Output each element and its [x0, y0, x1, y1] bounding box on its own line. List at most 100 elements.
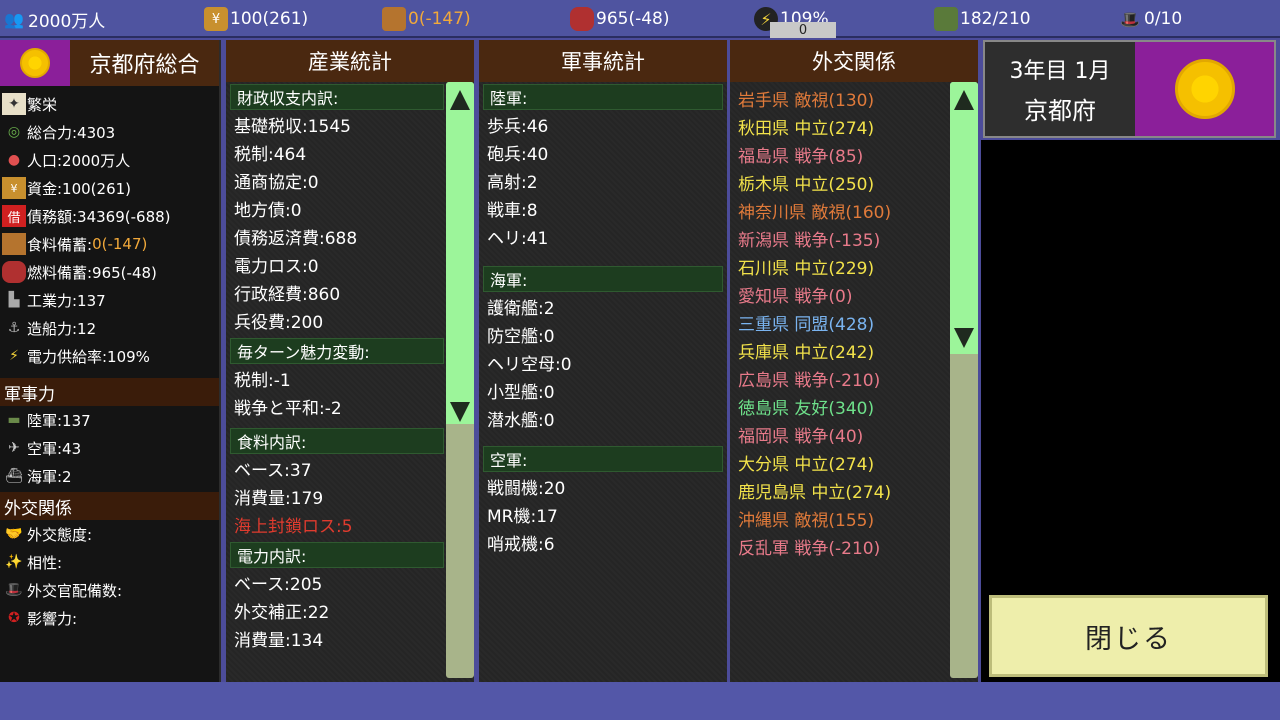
list-item: 外交補正:22 [234, 602, 330, 623]
population-stat: 👥 2000万人 [2, 6, 105, 32]
list-item: ベース:205 [234, 574, 323, 595]
chrysanthemum-icon [20, 48, 50, 78]
diplomacy-scrollbar[interactable] [950, 82, 978, 678]
summary-row: 借債務額:34369(-688) [0, 202, 219, 230]
scroll-thumb[interactable] [446, 82, 474, 424]
scroll-up-icon[interactable] [954, 90, 974, 110]
diplomacy-row: ✪ 影響力: [0, 604, 219, 632]
turn-text: 3年目 1月 京都府 [985, 42, 1135, 136]
industry-scrollbar[interactable] [446, 82, 474, 678]
diplomacy-relation-item[interactable]: 福岡県 戦争(40) [734, 420, 948, 448]
food-icon [382, 7, 406, 31]
diplomacy-relation-item[interactable]: 広島県 戦争(-210) [734, 364, 948, 392]
diplomacy-section-header: 外交関係 [0, 492, 219, 520]
summary-row: ⚓ 造船力:12 [0, 314, 219, 342]
list-item: 戦闘機:20 [487, 478, 566, 499]
diplomacy-relation-item[interactable]: 沖縄県 敵視(155) [734, 504, 948, 532]
summary-row: 燃料備蓄:965(-48) [0, 258, 219, 286]
list-item: 歩兵:46 [487, 116, 549, 137]
funds-icon: ¥ [204, 7, 228, 31]
industry-title: 産業統計 [226, 40, 474, 82]
diplomacy-relation-item[interactable]: 大分県 中立(274) [734, 448, 948, 476]
summary-title: 京都府総合 [89, 53, 200, 78]
charm-section-header: 毎ターン魅力変動: [230, 338, 444, 364]
diplomat-icon: 🎩 [1120, 9, 1140, 29]
diplomacy-row: 🤝 外交態度: [0, 520, 219, 548]
diplomat-icon: 🎩 [5, 582, 23, 598]
list-item: 消費量:134 [234, 630, 324, 651]
industry-icon: ▙ [8, 292, 20, 308]
influence-icon: ✪ [8, 610, 20, 626]
summary-row: ¥ 資金:100(261) [0, 174, 219, 202]
air-force-section-header: 空軍: [483, 446, 723, 472]
list-item: 債務返済費:688 [234, 228, 358, 249]
diplomacy-relation-item[interactable]: 岩手県 敵視(130) [734, 84, 948, 112]
list-item: 基礎税収:1545 [234, 116, 351, 137]
list-item: 戦争と平和:-2 [234, 398, 342, 419]
scroll-down-icon[interactable] [450, 402, 470, 422]
prefecture-flag [1135, 42, 1274, 136]
top-status-bar: 👥 2000万人 ¥ 100(261) 0(-147) 965(-48) ⚡ 1… [0, 0, 1280, 38]
scroll-thumb[interactable] [950, 82, 978, 354]
close-button[interactable]: 閉じる [989, 595, 1268, 677]
scroll-up-icon[interactable] [450, 90, 470, 110]
list-item: 砲兵:40 [487, 144, 549, 165]
diplomacy-relation-item[interactable]: 愛知県 戦争(0) [734, 280, 948, 308]
food-section-header: 食料内訳: [230, 428, 444, 454]
turn-date: 3年目 1月 [1009, 58, 1111, 84]
summary-row: ✦ 繁栄 [0, 90, 219, 118]
diplomacy-row: ✨ 相性: [0, 548, 219, 576]
diplomacy-relation-item[interactable]: 石川県 中立(229) [734, 252, 948, 280]
chrysanthemum-icon [1174, 59, 1235, 119]
funds-stat: ¥ 100(261) [204, 6, 308, 32]
diplomacy-relation-item[interactable]: 兵庫県 中立(242) [734, 336, 948, 364]
summary-header: 京都府総合 [0, 40, 219, 86]
shipbuilding-icon: ⚓ [7, 320, 21, 336]
ship-icon: ⛴ [5, 468, 23, 484]
army-section-header: 陸軍: [483, 84, 723, 110]
military-list: 陸軍: 歩兵:46 砲兵:40 高射:2 戦車:8 ヘリ:41 海軍: 護衛艦:… [483, 82, 723, 682]
list-item: 高射:2 [487, 172, 538, 193]
list-item: 電力ロス:0 [234, 256, 319, 277]
list-item: 海上封鎖ロス:5 [234, 516, 353, 537]
list-item: 防空艦:0 [487, 326, 555, 347]
diplomacy-relation-item[interactable]: 反乱軍 戦争(-210) [734, 532, 948, 560]
sparkle-icon: ✨ [5, 554, 23, 570]
diplomacy-relation-item[interactable]: 新潟県 戦争(-135) [734, 224, 948, 252]
soldier-icon [934, 7, 958, 31]
diplomacy-relation-item[interactable]: 秋田県 中立(274) [734, 112, 948, 140]
scroll-down-icon[interactable] [954, 328, 974, 348]
list-item: ヘリ:41 [487, 228, 549, 249]
funds-icon: ¥ [2, 177, 26, 199]
prosperity-icon: ✦ [2, 93, 26, 115]
diplomacy-title: 外交関係 [730, 40, 978, 82]
prefecture-name: 京都府 [1024, 96, 1096, 125]
diplomacy-relation-item[interactable]: 鹿児島県 中立(274) [734, 476, 948, 504]
fuel-icon [570, 7, 594, 31]
list-item: 通商協定:0 [234, 172, 319, 193]
diplomacy-relation-item[interactable]: 神奈川県 敵視(160) [734, 196, 948, 224]
military-stats-panel: 軍事統計 陸軍: 歩兵:46 砲兵:40 高射:2 戦車:8 ヘリ:41 海軍:… [479, 40, 727, 682]
list-item: 地方債:0 [234, 200, 302, 221]
diplomacy-relation-item[interactable]: 栃木県 中立(250) [734, 168, 948, 196]
military-row: ▬ 陸軍:137 [0, 406, 219, 434]
list-item: 潜水艦:0 [487, 410, 555, 431]
handshake-icon: 🤝 [5, 526, 23, 542]
list-item: 消費量:179 [234, 488, 324, 509]
list-item: ベース:37 [234, 460, 312, 481]
turn-info-box: 3年目 1月 京都府 [983, 40, 1276, 138]
population-icon: 👥 [4, 9, 24, 29]
industry-list: 財政収支内訳: 基礎税収:1545 税制:464 通商協定:0 地方債:0 債務… [230, 82, 444, 682]
list-item: 行政経費:860 [234, 284, 341, 305]
diplomacy-relation-item[interactable]: 三重県 同盟(428) [734, 308, 948, 336]
summary-row: ⚡ 電力供給率:109% [0, 342, 219, 370]
summary-row: ▙ 工業力:137 [0, 286, 219, 314]
diplomats-stat: 🎩 0/10 [1118, 6, 1182, 32]
jet-icon: ✈ [8, 440, 20, 456]
list-item: 小型艦:0 [487, 382, 555, 403]
summary-row: 食料備蓄: 0(-147) [0, 230, 219, 258]
diplomacy-row: 🎩 外交官配備数: [0, 576, 219, 604]
military-row: ⛴ 海軍:2 [0, 462, 219, 490]
diplomacy-relation-item[interactable]: 徳島県 友好(340) [734, 392, 948, 420]
diplomacy-relation-item[interactable]: 福島県 戦争(85) [734, 140, 948, 168]
